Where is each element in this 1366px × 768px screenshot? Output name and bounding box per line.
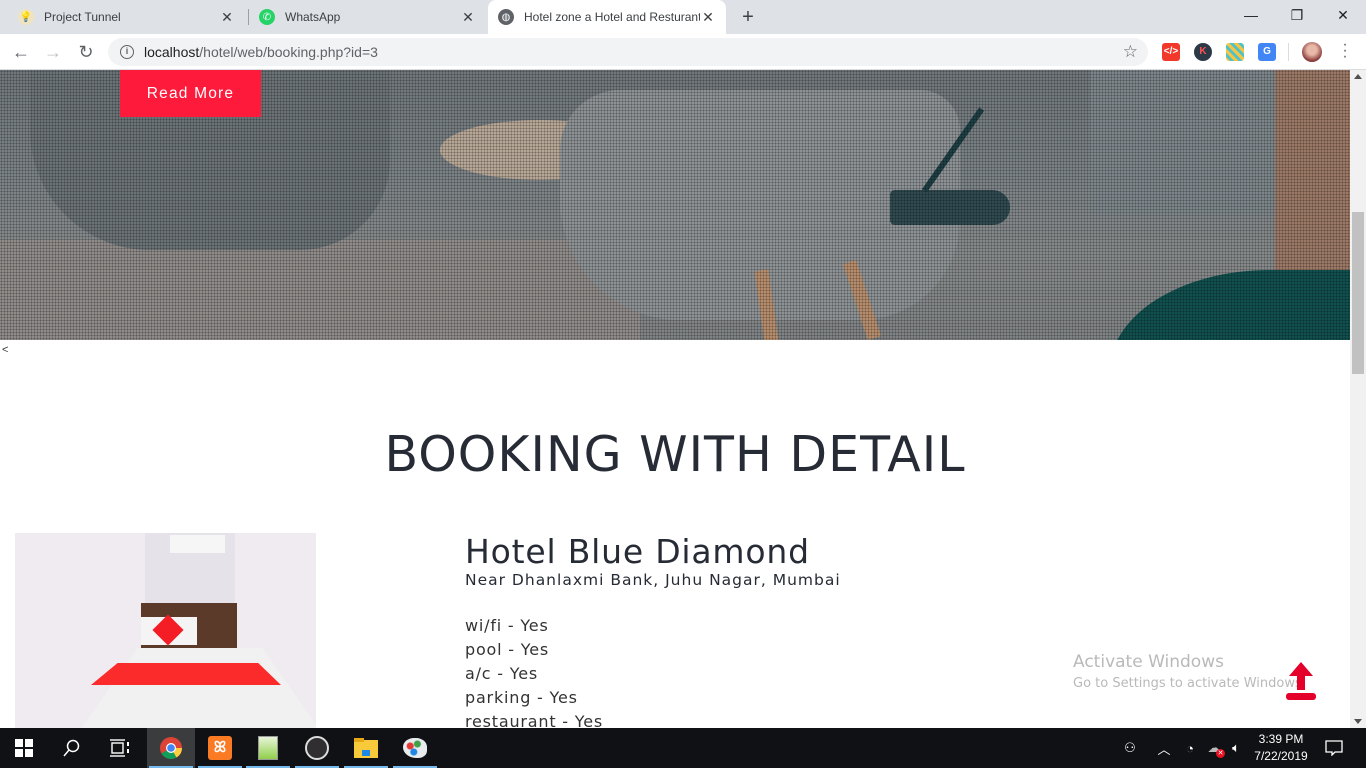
profile-avatar[interactable] <box>1302 42 1322 62</box>
notification-icon <box>1325 740 1343 756</box>
google-translate-icon[interactable]: G <box>1258 43 1276 61</box>
chrome-icon <box>160 737 182 759</box>
forward-button[interactable]: → <box>41 40 65 64</box>
room-bed-runner <box>91 663 281 685</box>
windows-taskbar: ꕤ ⚇ ︿ ◔ ☁ ✕ 🔈︎ 3:39 PM 7/22/2019 <box>0 728 1366 768</box>
amenity-item: parking - Yes <box>465 688 578 707</box>
onedrive-error-icon[interactable]: ☁ ✕ <box>1203 728 1225 768</box>
address-bar[interactable]: i localhost/hotel/web/booking.php?id=3 ☆ <box>108 38 1148 66</box>
tab-title: WhatsApp <box>285 10 341 24</box>
arrow-up-icon <box>1286 662 1316 700</box>
taskbar-file-explorer[interactable] <box>342 728 390 768</box>
browser-toolbar: ← → ↻ i localhost/hotel/web/booking.php?… <box>0 34 1366 70</box>
grid-extension-icon[interactable] <box>1226 43 1244 61</box>
tab-title: Hotel zone a Hotel and Resturant <box>524 10 700 24</box>
minimize-button[interactable]: — <box>1228 0 1274 30</box>
amenity-item: pool - Yes <box>465 640 549 659</box>
tab-whatsapp[interactable]: ✆ WhatsApp ✕ <box>249 0 486 34</box>
section-title: BOOKING WITH DETAIL <box>384 426 966 483</box>
site-info-icon[interactable]: i <box>120 45 134 59</box>
windows-logo-icon <box>15 739 33 757</box>
amenities-list: wi/fi - Yes pool - Yes a/c - Yes parking… <box>465 614 603 728</box>
close-window-button[interactable]: ✕ <box>1320 0 1366 30</box>
read-more-button[interactable]: Read More <box>120 70 261 117</box>
taskbar-obs[interactable] <box>293 728 341 768</box>
task-view-button[interactable] <box>96 728 144 768</box>
room-bed <box>75 648 316 728</box>
page-viewport: Read More < BOOKING WITH DETAIL Hotel Bl… <box>0 70 1350 728</box>
taskbar-notepadpp[interactable] <box>244 728 292 768</box>
paint-icon <box>403 738 427 758</box>
wifi-icon[interactable]: ◔ <box>1180 728 1200 768</box>
new-tab-button[interactable]: + <box>736 5 760 29</box>
close-tab-icon[interactable]: ✕ <box>460 9 476 25</box>
clock-date: 7/22/2019 <box>1254 749 1308 763</box>
back-button[interactable]: ← <box>9 40 33 64</box>
start-button[interactable] <box>0 728 48 768</box>
tab-title: Project Tunnel <box>44 10 121 24</box>
obs-icon <box>305 736 329 760</box>
taskbar-paint[interactable] <box>391 728 439 768</box>
k-extension-icon[interactable]: K <box>1194 43 1212 61</box>
file-explorer-icon <box>354 738 378 758</box>
url-host: localhost <box>144 44 200 60</box>
watermark-subtitle: Go to Settings to activate Windows. <box>1073 676 1306 691</box>
amenity-item: wi/fi - Yes <box>465 616 549 635</box>
clock-time: 3:39 PM <box>1258 732 1304 746</box>
reload-button[interactable]: ↻ <box>74 40 98 64</box>
tab-strip: 💡 Project Tunnel ✕ ✆ WhatsApp ✕ ◍ Hotel … <box>0 0 1366 34</box>
close-tab-icon[interactable]: ✕ <box>219 9 235 25</box>
scroll-up-arrow-icon[interactable] <box>1354 74 1362 79</box>
amenity-item: a/c - Yes <box>465 664 538 683</box>
whatsapp-icon: ✆ <box>259 9 275 25</box>
show-hidden-icons-chevron-icon[interactable]: ︿ <box>1154 728 1174 768</box>
stray-text: < <box>2 344 9 356</box>
people-icon[interactable]: ⚇ <box>1118 728 1142 768</box>
system-clock[interactable]: 3:39 PM 7/22/2019 <box>1250 731 1312 765</box>
page-scrollbar[interactable] <box>1350 70 1366 728</box>
toolbar-divider <box>1288 43 1289 61</box>
restore-button[interactable]: ❐ <box>1274 0 1320 30</box>
scroll-to-top-button[interactable] <box>1285 660 1317 704</box>
globe-icon: ◍ <box>498 9 514 25</box>
task-view-icon <box>110 739 129 757</box>
url-path: /hotel/web/booking.php?id=3 <box>199 44 378 60</box>
tab-project-tunnel[interactable]: 💡 Project Tunnel ✕ <box>0 0 245 34</box>
search-icon <box>63 739 80 757</box>
notepadpp-icon <box>258 736 278 760</box>
taskbar-xampp[interactable]: ꕤ <box>196 728 244 768</box>
scrollbar-thumb[interactable] <box>1352 212 1364 374</box>
volume-icon[interactable]: 🔈︎ <box>1226 728 1246 768</box>
hotel-name: Hotel Blue Diamond <box>465 532 810 571</box>
chrome-menu-icon[interactable]: · · · <box>1340 37 1350 65</box>
activate-windows-watermark: Activate Windows Go to Settings to activ… <box>1073 652 1306 691</box>
close-tab-icon[interactable]: ✕ <box>700 9 716 25</box>
search-button[interactable] <box>48 728 96 768</box>
lightbulb-icon: 💡 <box>18 9 34 25</box>
xampp-icon: ꕤ <box>208 736 232 760</box>
room-photo <box>15 533 316 728</box>
tab-hotel-zone[interactable]: ◍ Hotel zone a Hotel and Resturant ✕ <box>488 0 726 34</box>
watermark-title: Activate Windows <box>1073 652 1224 672</box>
code-extension-icon[interactable]: </> <box>1162 43 1180 61</box>
scroll-down-arrow-icon[interactable] <box>1354 719 1362 724</box>
taskbar-chrome[interactable] <box>147 728 195 768</box>
hotel-address: Near Dhanlaxmi Bank, Juhu Nagar, Mumbai <box>465 571 841 589</box>
bookmark-star-icon[interactable]: ☆ <box>1123 42 1138 62</box>
amenity-item: restaurant - Yes <box>465 712 604 728</box>
action-center-button[interactable] <box>1322 728 1346 768</box>
room-ac-unit <box>170 535 225 553</box>
